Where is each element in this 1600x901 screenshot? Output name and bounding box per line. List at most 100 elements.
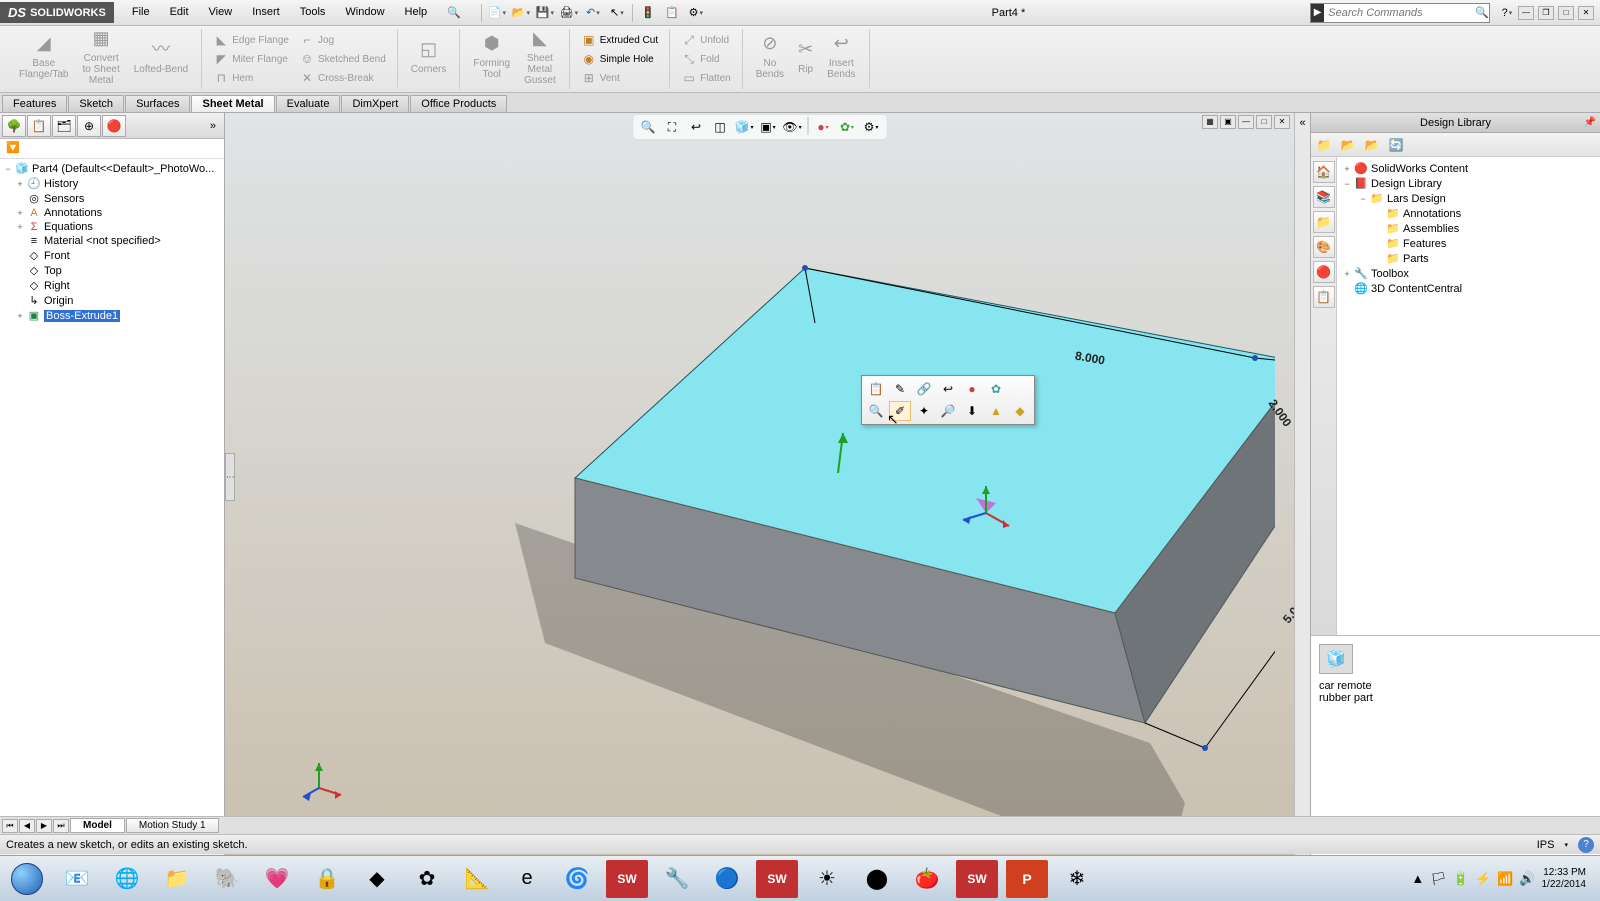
appearance-button[interactable]: ● [812, 117, 834, 137]
fm-tab-config[interactable]: 🗂 [52, 115, 76, 137]
status-units[interactable]: IPS [1537, 839, 1555, 851]
tree-material[interactable]: ≡Material <not specified> [0, 234, 224, 248]
select-button[interactable]: ↖ [606, 3, 628, 23]
sheet-model-tab[interactable]: Model [70, 818, 125, 833]
taskbar-clock[interactable]: 12:33 PM 1/22/2014 [1542, 867, 1593, 891]
tp-custom-props-button[interactable]: 📋 [1313, 286, 1335, 308]
tree-equations[interactable]: +ΣEquations [0, 220, 224, 234]
undo-button[interactable]: ↶ [582, 3, 604, 23]
options-button[interactable]: 📋 [661, 3, 683, 23]
hem-button[interactable]: ⊓Hem [208, 69, 294, 88]
task-pane-collapse-button[interactable]: « [1294, 113, 1310, 855]
dl-node-swcontent[interactable]: +🔴SolidWorks Content [1341, 161, 1596, 176]
menu-file[interactable]: File [122, 3, 160, 22]
dim-5[interactable]: 5.000 [1280, 594, 1294, 626]
graphics-area[interactable]: ⋮ 🔍 ⛶ ↩ ◫ 🧊 ▣ 👁 ● ✿ ⚙ ▦ ▣ — □ ✕ [225, 113, 1294, 855]
dl-node-feat[interactable]: 📁Features [1341, 236, 1596, 251]
fm-filter[interactable]: 🔽 [0, 139, 224, 159]
no-bends-button[interactable]: ⊘No Bends [749, 35, 791, 83]
tree-sensors[interactable]: ◎Sensors [0, 191, 224, 206]
unfold-button[interactable]: ⤢Unfold [676, 31, 736, 50]
dl-refresh-button[interactable]: 🔄 [1385, 135, 1407, 155]
save-button[interactable]: 💾 [534, 3, 556, 23]
menu-tools[interactable]: Tools [290, 3, 336, 22]
tree-origin[interactable]: ↳Origin [0, 293, 224, 308]
ctx-edit-feature-button[interactable]: ✎ [889, 379, 911, 399]
dl-back-button[interactable]: 📁 [1313, 135, 1335, 155]
dl-add-button[interactable]: 📂 [1361, 135, 1383, 155]
tree-boss-extrude[interactable]: +▣Boss-Extrude1 [0, 308, 224, 323]
section-view-button[interactable]: ◫ [709, 117, 731, 137]
ctx-appearance-button[interactable]: ● [961, 379, 983, 399]
sheet-motion-tab[interactable]: Motion Study 1 [126, 818, 219, 833]
extruded-cut-button[interactable]: ▣Extruded Cut [576, 31, 663, 50]
vent-button[interactable]: ⊞Vent [576, 69, 663, 88]
tree-top[interactable]: ◇Top [0, 263, 224, 278]
search-input[interactable] [1324, 7, 1475, 19]
flatten-button[interactable]: ▭Flatten [676, 69, 736, 88]
rebuild-button[interactable]: 🚦 [637, 3, 659, 23]
task-app-sun[interactable]: ☀ [806, 860, 848, 898]
doc-min-button[interactable]: — [1238, 115, 1254, 129]
task-gotomeeting[interactable]: ❄ [1056, 860, 1098, 898]
sheet-prev-button[interactable]: ◀ [19, 819, 35, 833]
help-drop-button[interactable]: ? [1496, 3, 1518, 23]
tray-up-icon[interactable]: ▲ [1411, 871, 1424, 886]
fm-tab-tree[interactable]: 🌳 [2, 115, 26, 137]
task-app-tomato[interactable]: 🍅 [906, 860, 948, 898]
tray-a-icon[interactable]: 🔋 [1453, 871, 1469, 887]
search-icon[interactable]: 🔍 [1475, 6, 1489, 19]
tree-root[interactable]: −🧊Part4 (Default<<Default>_PhotoWo... [0, 161, 224, 176]
dl-node-asm[interactable]: 📁Assemblies [1341, 221, 1596, 236]
pin-icon[interactable]: 📌 [1584, 117, 1596, 128]
tray-vol-icon[interactable]: 🔊 [1519, 871, 1535, 887]
menu-edit[interactable]: Edit [160, 3, 199, 22]
tree-annotations[interactable]: +AAnnotations [0, 206, 224, 220]
ctx-sketch-button[interactable]: ✐ [889, 401, 911, 421]
jog-button[interactable]: ⌐Jog [294, 31, 391, 50]
ctx-move-button[interactable]: ▲ [985, 401, 1007, 421]
dl-node-annot[interactable]: 📁Annotations [1341, 206, 1596, 221]
ctx-normal-button[interactable]: ⬇ [961, 401, 983, 421]
maximize-button[interactable]: □ [1558, 6, 1574, 20]
task-app-lock[interactable]: 🔒 [306, 860, 348, 898]
tp-resources-button[interactable]: 🏠 [1313, 161, 1335, 183]
tab-surfaces[interactable]: Surfaces [125, 95, 190, 112]
view-settings-button[interactable]: ⚙ [860, 117, 882, 137]
fm-tab-display[interactable]: 🔴 [102, 115, 126, 137]
status-help-button[interactable]: ? [1578, 837, 1594, 853]
tab-evaluate[interactable]: Evaluate [276, 95, 341, 112]
task-evernote[interactable]: 🐘 [206, 860, 248, 898]
open-button[interactable]: 📂 [510, 3, 532, 23]
ctx-delete-button[interactable]: ◆ [1009, 401, 1031, 421]
prev-view-button[interactable]: ↩ [685, 117, 707, 137]
tab-office-products[interactable]: Office Products [410, 95, 507, 112]
tp-view-palette-button[interactable]: 🎨 [1313, 236, 1335, 258]
menu-insert[interactable]: Insert [242, 3, 290, 22]
task-app-swirl[interactable]: 🌀 [556, 860, 598, 898]
fm-expand-button[interactable]: » [204, 118, 222, 134]
miter-flange-button[interactable]: ◤Miter Flange [208, 50, 294, 69]
tp-appearances-button[interactable]: 🔴 [1313, 261, 1335, 283]
fm-tab-dimxpert[interactable]: ⊕ [77, 115, 101, 137]
tp-design-library-button[interactable]: 📚 [1313, 186, 1335, 208]
task-composer[interactable]: 🔧 [656, 860, 698, 898]
gusset-button[interactable]: ◣Sheet Metal Gusset [517, 30, 563, 89]
task-app-pink[interactable]: 💗 [256, 860, 298, 898]
task-chrome[interactable]: 🌐 [106, 860, 148, 898]
ctx-parent-child-button[interactable]: 🔗 [913, 379, 935, 399]
task-draftsight[interactable]: 📐 [456, 860, 498, 898]
print-button[interactable]: 🖨 [558, 3, 580, 23]
cross-break-button[interactable]: ✕Cross-Break [294, 69, 391, 88]
zoom-area-button[interactable]: ⛶ [661, 117, 683, 137]
simple-hole-button[interactable]: ◉Simple Hole [576, 50, 663, 69]
restore-button[interactable]: ❐ [1538, 6, 1554, 20]
task-app-blue[interactable]: 🔵 [706, 860, 748, 898]
task-outlook[interactable]: 📧 [56, 860, 98, 898]
ctx-texture-button[interactable]: ✿ [985, 379, 1007, 399]
tray-net-icon[interactable]: 📶 [1497, 871, 1513, 887]
sheet-first-button[interactable]: ⏮ [2, 819, 18, 833]
ctx-select-other-button[interactable]: 📋 [865, 379, 887, 399]
task-powerpoint[interactable]: P [1006, 860, 1048, 898]
ctx-zoom-sel-button[interactable]: 🔍 [865, 401, 887, 421]
